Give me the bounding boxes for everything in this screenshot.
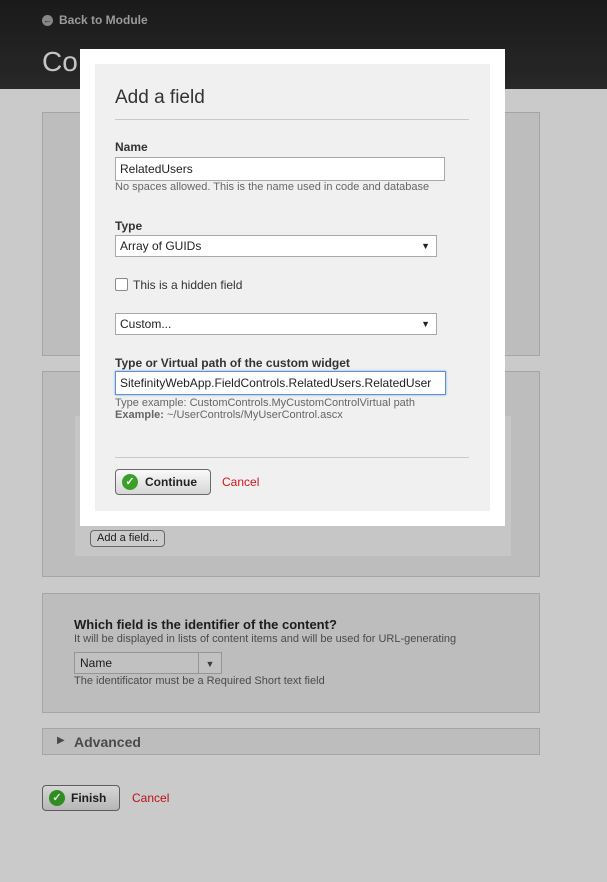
widget-path-input[interactable]: SitefinityWebApp.FieldControls.RelatedUs… — [115, 371, 446, 395]
example-hint: Example: ~/UserControls/MyUserControl.as… — [115, 409, 343, 421]
dialog-title: Add a field — [115, 87, 205, 108]
continue-button[interactable]: ✓ Continue — [115, 469, 211, 495]
chevron-down-icon: ▼ — [421, 241, 430, 251]
name-hint: No spaces allowed. This is the name used… — [115, 181, 430, 193]
title-divider — [115, 119, 469, 120]
add-field-dialog: Add a field Name RelatedUsers No spaces … — [80, 49, 505, 526]
widget-path-label: Type or Virtual path of the custom widge… — [115, 356, 350, 370]
hidden-field-checkbox[interactable] — [115, 278, 128, 291]
name-input[interactable]: RelatedUsers — [115, 157, 445, 181]
type-label: Type — [115, 219, 143, 233]
widget-select[interactable]: Custom... ▼ — [115, 313, 437, 335]
footer-divider — [115, 457, 469, 458]
type-example-hint: Type example: CustomControls.MyCustomCon… — [115, 397, 415, 409]
widget-select-value: Custom... — [120, 317, 172, 331]
type-select-value: Array of GUIDs — [120, 239, 202, 253]
check-icon: ✓ — [122, 474, 138, 490]
hidden-field-label[interactable]: This is a hidden field — [133, 278, 242, 292]
example-prefix: Example: — [115, 409, 164, 421]
type-select[interactable]: Array of GUIDs ▼ — [115, 235, 437, 257]
name-label: Name — [115, 140, 148, 154]
continue-label: Continue — [145, 475, 197, 489]
example-value: ~/UserControls/MyUserControl.ascx — [166, 409, 343, 421]
chevron-down-icon: ▼ — [421, 319, 430, 329]
dialog-body: Add a field Name RelatedUsers No spaces … — [95, 64, 490, 511]
dialog-cancel-link[interactable]: Cancel — [222, 475, 259, 489]
